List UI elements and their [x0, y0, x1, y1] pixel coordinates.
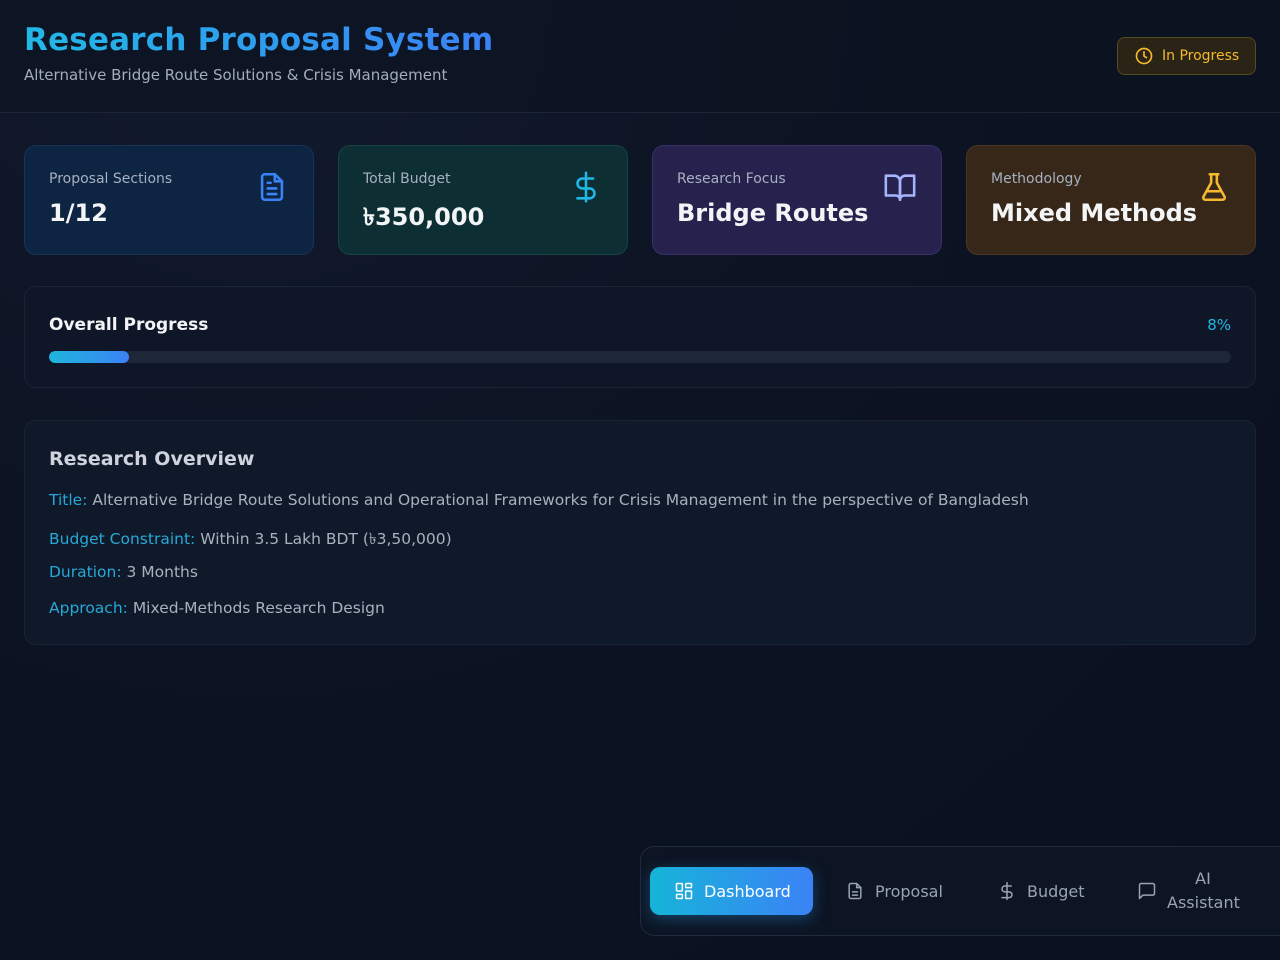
overview-row-budget: Budget Constraint: Within 3.5 Lakh BDT (… — [49, 527, 452, 553]
overview-row-duration: Duration: 3 Months — [49, 563, 198, 581]
progress-percent: 8% — [1207, 316, 1231, 334]
stat-label: Methodology — [991, 171, 1082, 187]
nav-proposal-button[interactable]: Proposal — [845, 867, 943, 915]
file-text-icon — [848, 882, 862, 900]
overview-key: Budget Constraint: — [49, 530, 196, 548]
overview-row-approach: Approach: Mixed-Methods Research Design — [49, 599, 385, 617]
stat-value: ৳350,000 — [363, 203, 485, 231]
message-square-icon — [1138, 882, 1156, 900]
overall-progress-panel: Overall Progress 8% — [24, 286, 1256, 388]
progress-bar — [49, 351, 1231, 363]
header: Research Proposal System Alternative Bri… — [0, 0, 1280, 113]
stat-card-methodology: Methodology Mixed Methods — [966, 145, 1256, 255]
progress-title: Overall Progress — [49, 315, 209, 335]
research-overview-panel: Research Overview Title: Alternative Bri… — [24, 420, 1256, 645]
overview-key: Approach: — [49, 599, 128, 617]
nav-label: Dashboard — [704, 881, 791, 901]
clock-icon — [1135, 47, 1153, 65]
overview-value: 3 Months — [126, 563, 198, 581]
overview-value: Within 3.5 Lakh BDT (৳3,50,000) — [200, 530, 452, 548]
stat-value: Mixed Methods — [991, 199, 1198, 227]
stat-label: Total Budget — [363, 171, 451, 187]
status-label: In Progress — [1162, 48, 1240, 64]
dollar-icon — [1001, 881, 1013, 901]
dollar-icon — [576, 171, 596, 203]
nav-label: Budget — [1027, 881, 1085, 901]
file-text-icon — [260, 172, 284, 202]
nav-label-line: Assistant — [1167, 893, 1240, 912]
nav-ai-assistant-button[interactable]: AI Assistant — [1137, 867, 1240, 915]
bottom-nav: Dashboard Proposal Budget AI Assistant — [640, 846, 1280, 936]
status-badge: In Progress — [1117, 37, 1256, 75]
app-subtitle: Alternative Bridge Route Solutions & Cri… — [24, 66, 448, 84]
app-title: Research Proposal System — [24, 22, 494, 58]
stat-card-research-focus: Research Focus Bridge Routes — [652, 145, 942, 255]
nav-dashboard-button[interactable]: Dashboard — [650, 867, 813, 915]
book-open-icon — [884, 174, 916, 202]
stat-label: Proposal Sections — [49, 171, 173, 187]
stat-value: Bridge Routes — [677, 199, 869, 227]
stat-card-total-budget: Total Budget ৳350,000 — [338, 145, 628, 255]
stat-value: 1/12 — [49, 199, 108, 227]
overview-row-title: Title: Alternative Bridge Route Solution… — [49, 491, 1029, 509]
app-root: Research Proposal System Alternative Bri… — [0, 0, 1280, 960]
overview-value: Mixed-Methods Research Design — [132, 599, 385, 617]
overview-title: Research Overview — [49, 448, 255, 470]
nav-label: Proposal — [875, 881, 943, 901]
stat-card-proposal-sections: Proposal Sections 1/12 — [24, 145, 314, 255]
nav-budget-button[interactable]: Budget — [997, 867, 1085, 915]
overview-key: Duration: — [49, 563, 122, 581]
nav-label: AI Assistant — [1167, 867, 1240, 915]
layout-grid-icon — [675, 882, 693, 900]
overview-value: Alternative Bridge Route Solutions and O… — [92, 491, 1029, 509]
flask-icon — [1201, 172, 1227, 202]
nav-label-line: AI — [1195, 869, 1211, 888]
progress-fill — [49, 351, 130, 363]
stat-label: Research Focus — [677, 171, 786, 187]
overview-key: Title: — [49, 491, 88, 509]
